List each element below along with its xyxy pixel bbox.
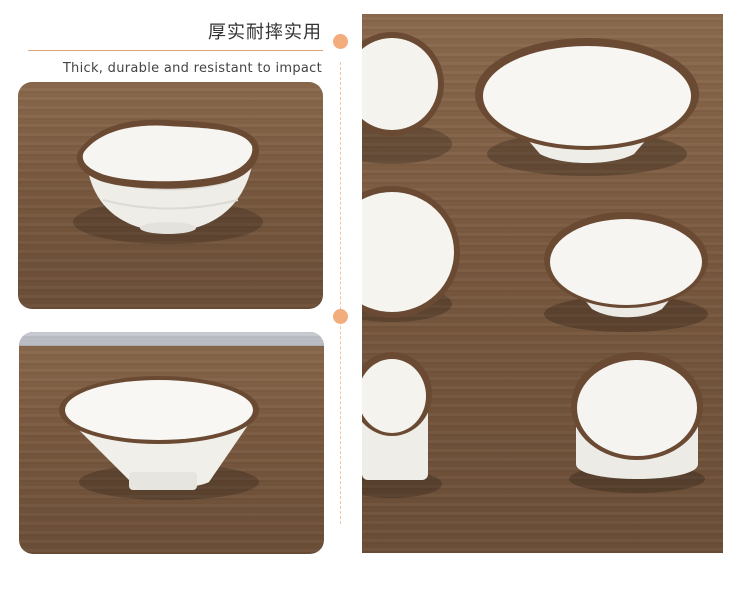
bowl-illustration: [73, 119, 263, 244]
dashed-guide-line: [340, 62, 341, 524]
bowl-set-illustration: [362, 32, 708, 498]
product-photo-wavy-bowl: [18, 82, 323, 309]
accent-dot-top: [333, 34, 348, 49]
product-detail-page: 厚实耐摔实用 Thick, durable and resistant to i…: [0, 0, 750, 594]
product-photo-bowl-set: [362, 14, 723, 553]
section-subtitle: Thick, durable and resistant to impact: [62, 61, 322, 76]
product-photo-conical-bowl: [19, 332, 324, 554]
section-title: 厚实耐摔实用: [208, 22, 322, 43]
title-divider: [28, 50, 323, 51]
bowl-illustration: [59, 376, 259, 500]
accent-dot-middle: [333, 309, 348, 324]
